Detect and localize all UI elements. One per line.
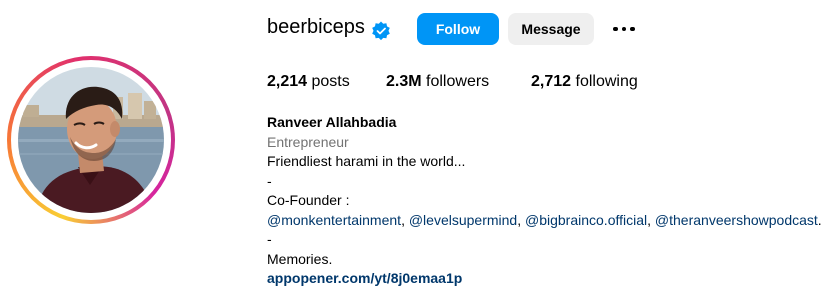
posts-count: 2,214 posts: [267, 73, 350, 91]
cofounder-label: Co-Founder :: [267, 192, 350, 208]
bio-dash: -: [267, 231, 272, 247]
more-options-icon[interactable]: [608, 18, 640, 40]
bio: Ranveer Allahbadia Entrepreneur Friendli…: [267, 113, 827, 289]
dot: [621, 26, 627, 32]
followers-number: 2.3M: [386, 73, 422, 90]
following-number: 2,712: [531, 73, 572, 90]
posts-number: 2,214: [267, 73, 308, 90]
mention-end: .: [817, 211, 822, 228]
username: beerbiceps: [267, 16, 365, 38]
dot: [613, 26, 618, 32]
category-label: Entrepreneur: [267, 133, 349, 150]
mention-separator: ,: [517, 211, 525, 228]
dot: [630, 26, 635, 32]
mention-link[interactable]: @monkentertainment: [267, 212, 401, 228]
posts-label: posts: [311, 73, 350, 90]
message-button[interactable]: Message: [508, 13, 594, 45]
mention-link[interactable]: @levelsupermind: [409, 212, 517, 228]
mention-link[interactable]: @theranveershowpodcast: [655, 212, 818, 228]
mention-separator: ,: [401, 211, 409, 228]
external-link[interactable]: appopener.com/yt/8j0emaa1p: [267, 269, 827, 289]
bio-line: Friendliest harami in the world...: [267, 153, 466, 169]
followers-label: followers: [426, 73, 490, 90]
avatar[interactable]: [18, 67, 164, 213]
follow-button[interactable]: Follow: [417, 13, 499, 45]
story-ring[interactable]: [7, 56, 175, 224]
memories-text: Memories.: [267, 250, 333, 267]
mention-separator: ,: [647, 211, 655, 228]
mention-link[interactable]: @bigbrainco.official: [525, 212, 647, 228]
verified-badge-icon: [372, 21, 390, 41]
following-label: following: [575, 73, 638, 90]
following-link[interactable]: 2,712 following: [531, 73, 638, 91]
profile-photo: [18, 67, 164, 213]
bio-dash: -: [267, 172, 272, 189]
followers-link[interactable]: 2.3M followers: [386, 73, 489, 91]
mentions-line: @monkentertainment, @levelsupermind, @bi…: [267, 211, 827, 231]
full-name: Ranveer Allahbadia: [267, 114, 397, 130]
